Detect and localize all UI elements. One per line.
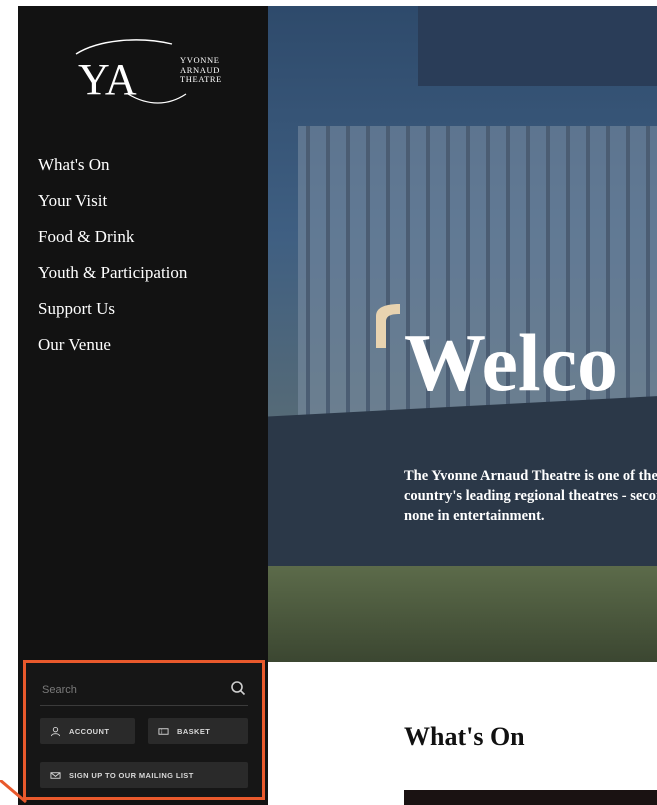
- whats-on-heading: What's On: [404, 722, 525, 751]
- search-bar: [40, 675, 248, 706]
- search-icon[interactable]: [230, 680, 246, 696]
- logo-monogram: YA: [78, 55, 137, 104]
- account-button[interactable]: ACCOUNT: [40, 718, 135, 744]
- user-icon: [50, 726, 61, 736]
- basket-button[interactable]: BASKET: [148, 718, 248, 744]
- main-nav: What's On Your Visit Food & Drink Youth …: [38, 147, 187, 363]
- nav-item-youth-participation[interactable]: Youth & Participation: [38, 255, 187, 291]
- hero-window-decor: [418, 6, 657, 86]
- whats-on-teaser-image[interactable]: [404, 790, 657, 805]
- ticket-icon: [158, 727, 169, 735]
- nav-item-food-drink[interactable]: Food & Drink: [38, 219, 187, 255]
- logo-line-theatre: THEATRE: [180, 74, 222, 84]
- hero-intro-text: The Yvonne Arnaud Theatre is one of the …: [404, 468, 657, 524]
- callout-pointer: [0, 780, 27, 804]
- nav-item-our-venue[interactable]: Our Venue: [38, 327, 187, 363]
- nav-item-support-us[interactable]: Support Us: [38, 291, 187, 327]
- theatre-logo[interactable]: YA YVONNE ARNAUD THEATRE: [68, 34, 248, 114]
- hero-photo-floor: [268, 566, 657, 662]
- account-label: ACCOUNT: [69, 726, 110, 736]
- nav-item-your-visit[interactable]: Your Visit: [38, 183, 187, 219]
- hero-title: Welco: [404, 317, 619, 408]
- logo-wordmark: YVONNE ARNAUD THEATRE: [180, 55, 222, 85]
- mail-icon: [50, 771, 61, 779]
- search-input[interactable]: [40, 679, 214, 701]
- nav-item-whats-on[interactable]: What's On: [38, 147, 187, 183]
- utility-panel: ACCOUNT BASKET SIGN UP TO OUR MAILING LI…: [23, 660, 265, 800]
- mailing-list-button[interactable]: SIGN UP TO OUR MAILING LIST: [40, 762, 248, 788]
- quote-mark-icon: [376, 304, 400, 348]
- basket-label: BASKET: [177, 726, 211, 736]
- mailing-list-label: SIGN UP TO OUR MAILING LIST: [69, 770, 194, 780]
